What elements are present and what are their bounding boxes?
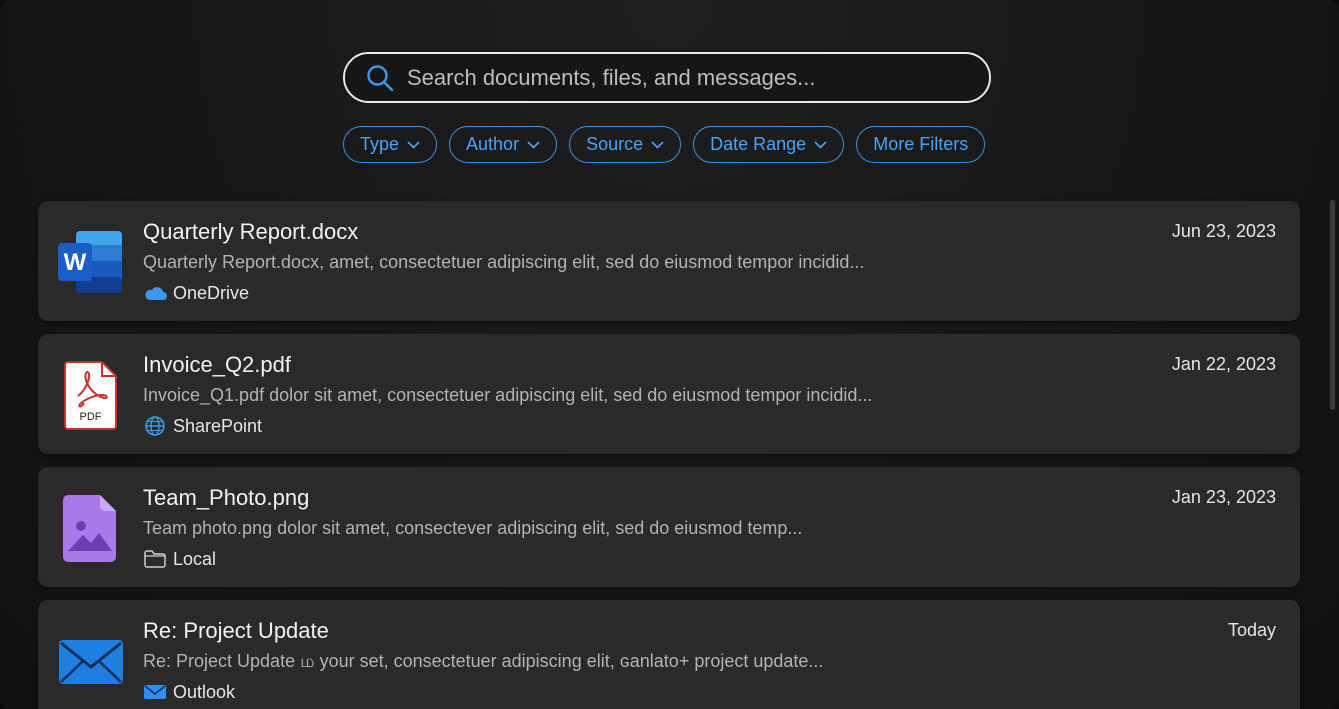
image-file-icon: [56, 493, 126, 563]
scrollbar[interactable]: [1330, 200, 1335, 410]
result-source: SharePoint: [143, 415, 262, 437]
chevron-down-icon: [651, 140, 664, 149]
source-label: SharePoint: [173, 415, 263, 436]
result-card[interactable]: PDF Invoice_Q2.pdf Invoice_Q1.pdf dolor …: [38, 334, 1300, 454]
word-icon: W: [56, 227, 126, 297]
result-source: Local: [143, 548, 216, 570]
result-snippet: Invoice_Q1.pdf dolor sit amet, consectet…: [143, 385, 873, 405]
results-list: W Quarterly Report.docx Quarterly Report…: [38, 201, 1300, 709]
result-source: Outlook: [143, 681, 235, 703]
source-label: Outlook: [173, 681, 236, 702]
result-title[interactable]: Quarterly Report.docx: [143, 219, 358, 245]
filter-label: Type: [360, 134, 400, 154]
chevron-down-icon: [527, 140, 540, 149]
outlook-envelope-icon: [143, 681, 167, 703]
result-snippet: Team photo.png dolor sit amet, consectev…: [143, 518, 803, 538]
result-date: Jan 22, 2023: [1171, 354, 1276, 374]
chevron-down-icon: [814, 140, 827, 149]
filter-source-button[interactable]: Source: [569, 126, 682, 163]
mail-envelope-icon: [56, 626, 126, 696]
filter-bar: Type Author Source Date Range More Filte…: [343, 126, 986, 163]
filter-date-range-button[interactable]: Date Range: [693, 126, 845, 163]
search-window: Type Author Source Date Range More Filte…: [0, 0, 1339, 709]
result-card[interactable]: Team_Photo.png Team photo.png dolor sit …: [38, 467, 1300, 587]
source-label: Local: [173, 548, 217, 569]
folder-icon: [143, 548, 167, 570]
svg-text:W: W: [64, 249, 87, 276]
result-source: OneDrive: [143, 282, 249, 304]
globe-icon: [143, 415, 167, 437]
filter-label: Date Range: [710, 134, 807, 154]
result-snippet: Re: Project Update ம your set, consectet…: [143, 651, 824, 671]
result-title[interactable]: Invoice_Q2.pdf: [143, 352, 291, 378]
result-card[interactable]: Re: Project Update Re: Project Update ம …: [38, 600, 1300, 709]
filter-label: Source: [586, 134, 644, 154]
filter-author-button[interactable]: Author: [449, 126, 558, 163]
search-input[interactable]: [405, 63, 969, 92]
onedrive-cloud-icon: [143, 282, 167, 304]
result-card[interactable]: W Quarterly Report.docx Quarterly Report…: [38, 201, 1300, 321]
result-date: Jun 23, 2023: [1171, 221, 1276, 241]
source-label: OneDrive: [173, 282, 250, 303]
svg-text:PDF: PDF: [80, 411, 102, 423]
filter-type-button[interactable]: Type: [343, 126, 438, 163]
result-date: Today: [1227, 620, 1276, 640]
result-snippet: Quarterly Report.docx, amet, consectetue…: [143, 252, 865, 272]
chevron-down-icon: [407, 140, 420, 149]
result-title[interactable]: Re: Project Update: [143, 618, 329, 644]
filter-label: More Filters: [873, 134, 969, 154]
filter-label: Author: [466, 134, 520, 154]
result-date: Jan 23, 2023: [1171, 487, 1276, 507]
search-bar[interactable]: [343, 52, 991, 103]
pdf-icon: PDF: [56, 360, 126, 430]
more-filters-button[interactable]: More Filters: [856, 126, 986, 163]
result-title[interactable]: Team_Photo.png: [143, 485, 309, 511]
search-icon: [363, 61, 397, 95]
